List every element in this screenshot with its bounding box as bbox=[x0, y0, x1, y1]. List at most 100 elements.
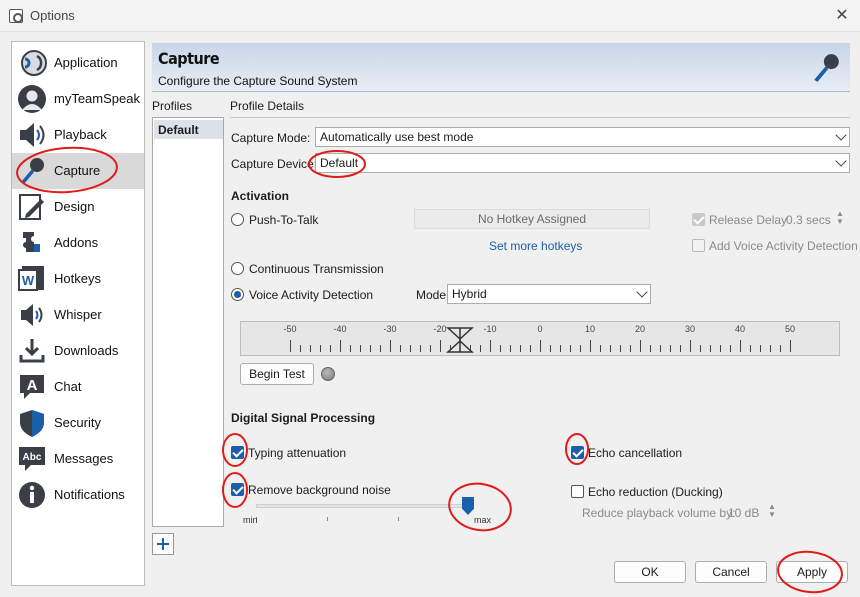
hotkey-field[interactable]: No Hotkey Assigned bbox=[414, 209, 650, 229]
puzzle-icon bbox=[23, 232, 40, 252]
cancel-button[interactable]: Cancel bbox=[695, 561, 767, 583]
vad-mode-value: Hybrid bbox=[452, 287, 487, 301]
activation-title: Activation bbox=[231, 189, 290, 203]
sidebar-item-notifications[interactable]: Notifications bbox=[12, 477, 144, 513]
profiles-list: Default bbox=[152, 117, 224, 527]
capture-mode-select[interactable]: Automatically use best mode bbox=[315, 127, 850, 147]
vad-mode-select[interactable]: Hybrid bbox=[447, 284, 651, 304]
continuous-transmission-radio[interactable] bbox=[231, 262, 244, 275]
microphone-icon bbox=[814, 54, 839, 82]
divider bbox=[230, 117, 850, 118]
sidebar-item-chat[interactable]: A Chat bbox=[12, 369, 144, 405]
remove-noise-checkbox[interactable] bbox=[231, 483, 244, 496]
echo-reduction-checkbox[interactable] bbox=[571, 485, 584, 498]
user-icon bbox=[18, 85, 46, 113]
capture-device-label: Capture Device: bbox=[231, 157, 318, 171]
echo-cancellation-checkbox[interactable] bbox=[571, 446, 584, 459]
sidebar-item-label: Whisper bbox=[54, 307, 102, 322]
noise-level-slider-handle[interactable] bbox=[462, 497, 474, 515]
meter-scale-label: -50 bbox=[283, 324, 297, 334]
release-delay-value[interactable]: 0.3 secs bbox=[786, 213, 831, 227]
sidebar-item-label: Notifications bbox=[54, 487, 125, 502]
add-vad-label: Add Voice Activity Detection bbox=[709, 239, 858, 253]
voice-level-meter[interactable]: -50 -40 -30 -20 -10 0 10 20 30 40 50 bbox=[240, 321, 840, 356]
meter-scale-label: 30 bbox=[684, 324, 696, 334]
chevron-down-icon bbox=[636, 286, 648, 298]
page-subtitle: Configure the Capture Sound System bbox=[158, 74, 358, 88]
chevron-down-icon bbox=[835, 129, 847, 141]
capture-device-select[interactable]: Default bbox=[315, 153, 850, 173]
sidebar-item-label: Addons bbox=[54, 235, 99, 250]
sidebar-item-mytemspeak[interactable]: myTeamSpeak bbox=[12, 81, 144, 117]
ok-button[interactable]: OK bbox=[614, 561, 686, 583]
profile-item-default[interactable]: Default bbox=[154, 120, 223, 139]
meter-scale-label: -30 bbox=[383, 324, 397, 334]
add-vad-checkbox[interactable] bbox=[692, 239, 705, 252]
spin-down-icon[interactable]: ▼ bbox=[836, 218, 844, 226]
continuous-transmission-label: Continuous Transmission bbox=[249, 262, 384, 276]
voice-activity-detection-label: Voice Activity Detection bbox=[249, 288, 374, 302]
sidebar-item-downloads[interactable]: Downloads bbox=[12, 333, 144, 369]
sidebar-item-application[interactable]: Application bbox=[12, 45, 144, 81]
release-delay-label: Release Delay bbox=[709, 213, 788, 227]
meter-scale-label: 50 bbox=[784, 324, 796, 334]
capture-device-value: Default bbox=[320, 156, 359, 170]
sidebar-item-security[interactable]: Security bbox=[12, 405, 144, 441]
sidebar-item-label: Chat bbox=[54, 379, 82, 394]
speaker-icon bbox=[20, 123, 45, 147]
svg-text:A: A bbox=[27, 377, 38, 394]
title-bar: Options ✕ bbox=[0, 0, 860, 32]
close-icon[interactable]: ✕ bbox=[832, 6, 852, 26]
push-to-talk-radio[interactable] bbox=[231, 213, 244, 226]
options-sidebar: Application myTeamSpeak Playback Capture… bbox=[11, 41, 145, 586]
profiles-label: Profiles bbox=[152, 99, 193, 113]
meter-scale-label: -10 bbox=[483, 324, 497, 334]
sidebar-item-label: Capture bbox=[54, 163, 101, 178]
release-delay-checkbox[interactable] bbox=[692, 213, 705, 226]
chevron-down-icon bbox=[835, 155, 847, 167]
sidebar-item-addons[interactable]: Addons bbox=[12, 225, 144, 261]
design-pen-icon bbox=[19, 194, 44, 220]
sidebar-item-hotkeys[interactable]: W Hotkeys bbox=[12, 261, 144, 297]
threshold-slider-handle[interactable] bbox=[446, 326, 474, 354]
add-profile-button[interactable] bbox=[152, 533, 174, 555]
meter-scale-label: -20 bbox=[433, 324, 447, 334]
set-more-hotkeys-link[interactable]: Set more hotkeys bbox=[489, 239, 582, 253]
microphone-icon bbox=[21, 158, 44, 184]
sidebar-item-capture[interactable]: Capture bbox=[12, 153, 144, 189]
keyboard-icon: W bbox=[18, 266, 44, 291]
sidebar-item-messages[interactable]: Abc Messages bbox=[12, 441, 144, 477]
sidebar-item-label: myTeamSpeak bbox=[54, 91, 140, 106]
noise-level-slider[interactable] bbox=[256, 504, 470, 508]
begin-test-button[interactable]: Begin Test bbox=[240, 363, 314, 385]
whisper-icon bbox=[21, 304, 43, 326]
sidebar-item-whisper[interactable]: Whisper bbox=[12, 297, 144, 333]
settings-app-icon bbox=[9, 9, 23, 23]
messages-icon: Abc bbox=[19, 447, 45, 471]
sidebar-item-playback[interactable]: Playback bbox=[12, 117, 144, 153]
noise-min-label: min bbox=[243, 515, 258, 525]
sidebar-item-label: Downloads bbox=[54, 343, 119, 358]
noise-max-label: max bbox=[474, 515, 492, 525]
test-status-led bbox=[321, 367, 335, 381]
voice-activity-detection-radio[interactable] bbox=[231, 288, 244, 301]
shield-icon bbox=[20, 410, 44, 437]
sidebar-item-label: Playback bbox=[54, 127, 107, 142]
apply-button[interactable]: Apply bbox=[776, 561, 848, 583]
sidebar-item-design[interactable]: Design bbox=[12, 189, 144, 225]
remove-noise-label: Remove background noise bbox=[248, 483, 391, 497]
info-icon bbox=[19, 482, 45, 508]
typing-attenuation-checkbox[interactable] bbox=[231, 446, 244, 459]
spin-down-icon[interactable]: ▼ bbox=[768, 511, 776, 519]
page-header: Capture Configure the Capture Sound Syst… bbox=[152, 43, 850, 92]
meter-scale-label: 10 bbox=[584, 324, 596, 334]
mode-label: Mode bbox=[416, 288, 447, 302]
sidebar-item-label: Hotkeys bbox=[54, 271, 101, 286]
chat-icon: A bbox=[20, 375, 44, 399]
page-title: Capture bbox=[158, 49, 220, 68]
reduce-playback-label: Reduce playback volume by: bbox=[582, 506, 736, 520]
window-title: Options bbox=[30, 8, 75, 23]
reduce-playback-value[interactable]: 10 dB bbox=[728, 506, 759, 520]
capture-mode-label: Capture Mode: bbox=[231, 131, 311, 145]
meter-ticks bbox=[290, 338, 791, 352]
